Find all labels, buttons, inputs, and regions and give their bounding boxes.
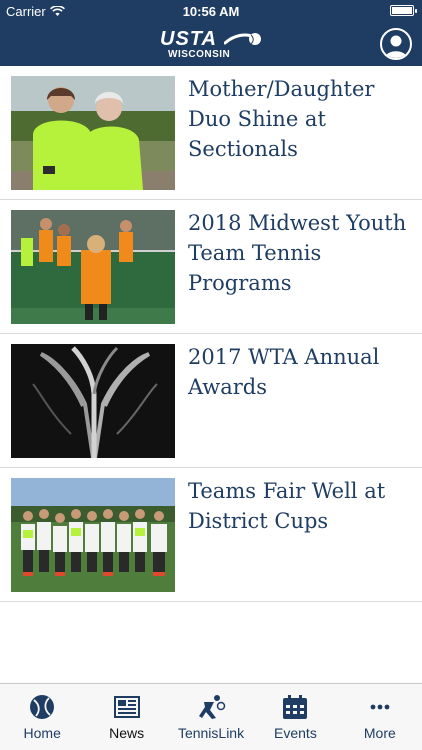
tab-label: Home: [23, 725, 61, 741]
tab-news[interactable]: News: [84, 684, 168, 750]
tab-tennislink[interactable]: TennisLink: [169, 684, 253, 750]
news-thumbnail-women: [11, 76, 175, 190]
logo-sub-text: WISCONSIN: [168, 49, 231, 60]
news-item-youth-team-tennis[interactable]: 2018 Midwest Youth Team Tennis Programs: [0, 200, 422, 334]
newspaper-icon: [113, 696, 140, 718]
tab-label: TennisLink: [177, 725, 245, 741]
status-bar: Carrier 10:56 AM: [0, 0, 422, 22]
logo-main-text: USTA: [160, 28, 217, 50]
tab-home[interactable]: Home: [0, 684, 84, 750]
tab-label: More: [363, 725, 396, 741]
calendar-icon: [283, 695, 308, 719]
tab-label: Events: [274, 725, 317, 741]
tab-more[interactable]: More: [338, 684, 422, 750]
tennis-ball-icon: [30, 695, 55, 719]
news-thumbnail-kids: [11, 210, 175, 324]
person-icon: [385, 35, 407, 58]
tab-bar: Home News TennisLink Events More: [0, 683, 422, 750]
player-icon: [199, 695, 226, 719]
news-headline: Teams Fair Well at District Cups: [188, 479, 386, 533]
news-item-sectionals[interactable]: Mother/Daughter Duo Shine at Sectionals: [0, 66, 422, 200]
news-item-wta-awards[interactable]: 2017 WTA Annual Awards: [0, 334, 422, 468]
news-headline: 2018 Midwest Youth Team Tennis Programs: [188, 211, 407, 295]
nav-bar: USTA WISCONSIN: [0, 22, 422, 66]
news-headline: Mother/Daughter Duo Shine at Sectionals: [188, 77, 375, 161]
battery-icon: [390, 5, 417, 16]
news-thumbnail-team: [11, 478, 175, 592]
profile-button[interactable]: [380, 28, 412, 60]
usta-wisconsin-logo[interactable]: USTA WISCONSIN: [160, 28, 264, 62]
tab-label: News: [109, 725, 145, 741]
tab-events[interactable]: Events: [253, 684, 337, 750]
news-item-district-cups[interactable]: Teams Fair Well at District Cups: [0, 468, 422, 602]
status-time: 10:56 AM: [182, 4, 240, 19]
tennis-ball-swoosh-icon: [224, 33, 261, 45]
news-thumbnail-trophy: [11, 344, 175, 458]
news-headline: 2017 WTA Annual Awards: [188, 345, 380, 399]
news-list: Mother/Daughter Duo Shine at Sectionals: [0, 66, 422, 602]
ellipsis-icon: [370, 704, 390, 710]
